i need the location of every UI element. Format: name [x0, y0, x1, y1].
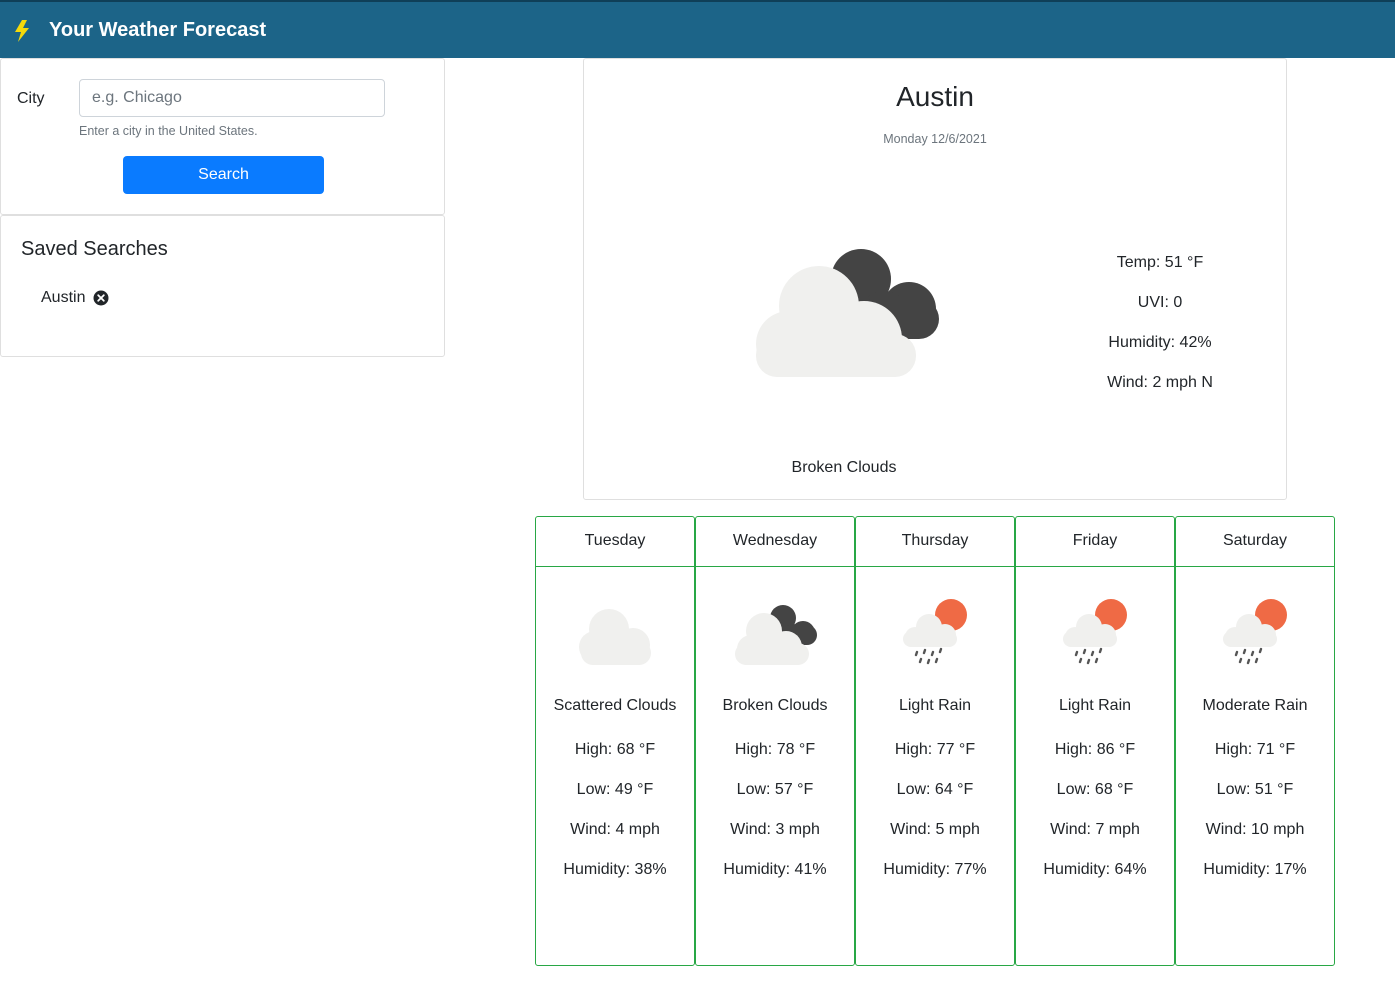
current-uvi: UVI: 0: [1137, 294, 1183, 311]
current-city-name: Austin: [896, 81, 974, 112]
forecast-description: Scattered Clouds: [553, 697, 677, 714]
forecast-high: High: 71 °F: [1214, 741, 1296, 758]
current-humidity: Humidity: 42%: [1108, 334, 1212, 351]
city-label: City: [17, 90, 45, 107]
forecast-card-wednesday: Wednesday Broken Clouds High: 78 °F Low:…: [695, 516, 855, 966]
broken-clouds-icon: [756, 249, 939, 377]
forecast-day: Wednesday: [696, 517, 854, 567]
city-input[interactable]: [79, 79, 385, 117]
forecast-low: Low: 57 °F: [736, 781, 814, 798]
forecast-wind: Wind: 3 mph: [730, 821, 820, 838]
forecast-low: Low: 68 °F: [1056, 781, 1134, 798]
forecast-low: Low: 51 °F: [1216, 781, 1294, 798]
forecast-humidity: Humidity: 17%: [1203, 861, 1307, 878]
current-description: Broken Clouds: [791, 459, 897, 476]
navbar: Your Weather Forecast: [0, 0, 1395, 58]
app-title[interactable]: Your Weather Forecast: [49, 19, 266, 42]
moderate-rain-icon: [1223, 599, 1287, 665]
saved-searches-title: Saved Searches: [21, 238, 168, 260]
broken-clouds-icon: [735, 605, 817, 665]
forecast-wind: Wind: 10 mph: [1205, 821, 1305, 838]
current-temp: Temp: 51 °F: [1116, 254, 1204, 271]
saved-search-label[interactable]: Austin: [41, 289, 85, 307]
search-button[interactable]: Search: [123, 156, 324, 194]
forecast-card-saturday: Saturday Moderate Rain High: 71 °F Low: …: [1175, 516, 1335, 966]
light-rain-icon: [1063, 599, 1127, 665]
forecast-low: Low: 49 °F: [576, 781, 654, 798]
light-rain-icon: [903, 599, 967, 665]
forecast-wind: Wind: 4 mph: [570, 821, 660, 838]
forecast-day: Thursday: [856, 517, 1014, 567]
lightning-bolt-icon: [15, 20, 29, 42]
saved-search-item[interactable]: Austin: [41, 287, 109, 309]
saved-searches-card: Saved Searches Austin: [0, 215, 445, 357]
forecast-high: High: 86 °F: [1054, 741, 1136, 758]
forecast-low: Low: 64 °F: [896, 781, 974, 798]
forecast-high: High: 78 °F: [734, 741, 816, 758]
scattered-clouds-icon: [579, 609, 651, 665]
forecast-description: Light Rain: [1058, 697, 1132, 714]
search-card: City Enter a city in the United States. …: [0, 58, 445, 215]
current-wind: Wind: 2 mph N: [1107, 374, 1213, 391]
forecast-card-thursday: Thursday Light Rain High: 77 °F Low: 64 …: [855, 516, 1015, 966]
forecast-card-friday: Friday Light Rain High: 86 °F Low: 68 °F…: [1015, 516, 1175, 966]
forecast-high: High: 68 °F: [574, 741, 656, 758]
forecast-humidity: Humidity: 41%: [723, 861, 827, 878]
forecast-high: High: 77 °F: [894, 741, 976, 758]
forecast-humidity: Humidity: 38%: [563, 861, 667, 878]
forecast-humidity: Humidity: 64%: [1043, 861, 1147, 878]
forecast-humidity: Humidity: 77%: [883, 861, 987, 878]
remove-circle-icon[interactable]: [93, 290, 109, 306]
forecast-description: Light Rain: [898, 697, 972, 714]
current-date: Monday 12/6/2021: [883, 132, 987, 146]
forecast-description: Broken Clouds: [722, 697, 828, 714]
current-weather-card: Austin Monday 12/6/2021 Temp: 51 °F UVI:…: [583, 58, 1287, 500]
forecast-description: Moderate Rain: [1202, 697, 1308, 714]
forecast-wind: Wind: 7 mph: [1050, 821, 1140, 838]
forecast-day: Saturday: [1176, 517, 1334, 567]
forecast-day: Friday: [1016, 517, 1174, 567]
forecast-day: Tuesday: [536, 517, 694, 567]
forecast-card-tuesday: Tuesday Scattered Clouds High: 68 °F Low…: [535, 516, 695, 966]
forecast-wind: Wind: 5 mph: [890, 821, 980, 838]
city-help-text: Enter a city in the United States.: [79, 124, 258, 138]
